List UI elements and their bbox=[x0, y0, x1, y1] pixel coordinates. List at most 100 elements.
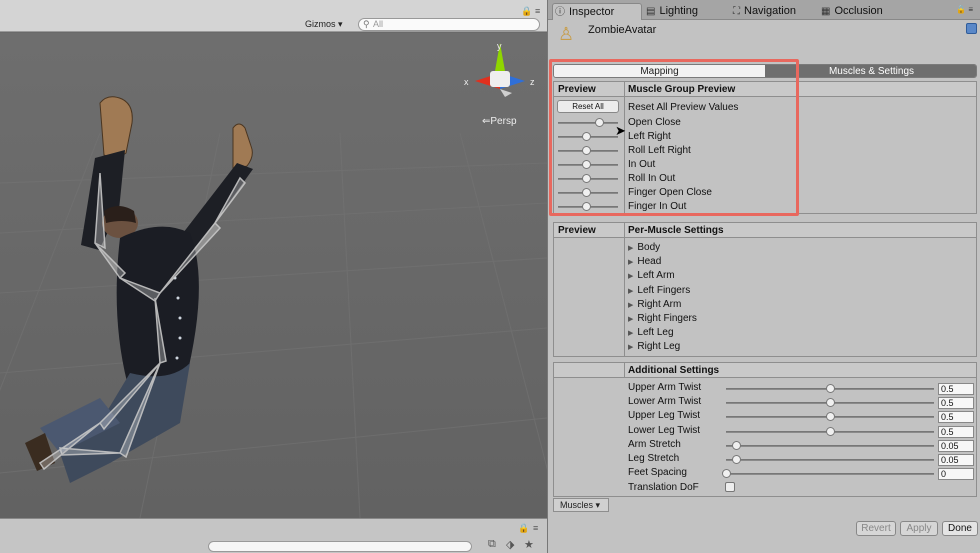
mapping-muscles-toggle: Mapping Muscles & Settings bbox=[553, 64, 977, 78]
setting-value-field[interactable]: 0.5 bbox=[938, 411, 974, 424]
scene-toolbar: 🔒 ≡ Gizmos ▾ ⚲ All bbox=[0, 0, 547, 32]
lock-icon-bottom[interactable]: 🔒 bbox=[518, 523, 529, 534]
expand-arrow-icon[interactable]: ▶ bbox=[628, 273, 633, 280]
per-muscle-item[interactable]: ▶ Right Arm bbox=[628, 299, 681, 310]
expand-arrow-icon[interactable]: ▶ bbox=[628, 302, 633, 309]
lighting-icon: ▤ bbox=[646, 6, 656, 17]
setting-slider-thumb[interactable] bbox=[732, 440, 742, 450]
tab-occlusion[interactable]: ▦ Occlusion bbox=[819, 3, 899, 20]
setting-slider-thumb[interactable] bbox=[826, 398, 835, 408]
slider-thumb[interactable] bbox=[581, 132, 591, 141]
tab-mapping[interactable]: Mapping bbox=[554, 65, 765, 77]
additional-setting-row: Leg Stretch 0.05 bbox=[554, 453, 974, 467]
per-muscle-label: Left Fingers bbox=[637, 284, 691, 296]
panel-menu-icon[interactable]: ≡ bbox=[535, 6, 540, 16]
setting-value-field[interactable]: 0.5 bbox=[938, 383, 974, 395]
expand-arrow-icon[interactable]: ▶ bbox=[628, 245, 633, 252]
revert-button[interactable]: Revert bbox=[856, 521, 896, 536]
setting-slider-thumb[interactable] bbox=[722, 469, 731, 479]
tab-label: Occlusion bbox=[834, 5, 883, 17]
muscle-group-preview-section: Preview Muscle Group Preview Reset All R… bbox=[553, 81, 977, 214]
per-muscle-label: Body bbox=[637, 242, 661, 253]
project-search-input[interactable] bbox=[208, 541, 472, 552]
muscle-slider-label: Left Right bbox=[628, 131, 671, 142]
lock-icon[interactable]: 🔒 bbox=[521, 6, 532, 17]
setting-slider-track[interactable] bbox=[726, 459, 934, 461]
per-muscle-label: Head bbox=[637, 256, 662, 268]
muscle-slider-label: Finger In Out bbox=[628, 201, 687, 212]
apply-button[interactable]: Apply bbox=[900, 521, 938, 536]
setting-slider-track[interactable] bbox=[726, 473, 934, 476]
per-muscle-label: Left Leg bbox=[637, 327, 674, 339]
slider-thumb[interactable] bbox=[581, 160, 591, 169]
help-book-icon[interactable] bbox=[966, 23, 977, 34]
expand-arrow-icon[interactable]: ▶ bbox=[628, 330, 633, 337]
expand-arrow-icon[interactable]: ▶ bbox=[628, 288, 633, 295]
preview-column-header: Preview bbox=[558, 225, 596, 236]
additional-settings-header: Additional Settings bbox=[554, 363, 976, 378]
setting-slider-thumb[interactable] bbox=[826, 384, 835, 393]
translation-dof-label: Translation DoF bbox=[628, 482, 699, 493]
perspective-label[interactable]: ⇐Persp bbox=[482, 116, 517, 127]
occlusion-icon: ▦ bbox=[821, 6, 831, 17]
muscle-group-header: Preview Muscle Group Preview bbox=[554, 82, 976, 97]
scene-view[interactable]: 🔒 ≡ Gizmos ▾ ⚲ All y x z ⇐Persp 🔒 ≡ ⧉ ⬗ … bbox=[0, 0, 547, 553]
slider-thumb[interactable] bbox=[581, 146, 591, 155]
tab-lighting[interactable]: ▤ Lighting bbox=[644, 3, 724, 20]
expand-arrow-icon[interactable]: ▶ bbox=[628, 344, 633, 351]
expand-arrow-icon[interactable]: ▶ bbox=[628, 259, 633, 266]
slider-thumb[interactable] bbox=[581, 174, 591, 183]
muscle-slider-label: Roll Left Right bbox=[628, 145, 691, 156]
filter-by-label-icon[interactable]: ⬗ bbox=[506, 538, 514, 551]
per-muscle-item[interactable]: ▶ Left Fingers bbox=[628, 285, 690, 296]
tab-inspector[interactable]: ⓘ Inspector bbox=[552, 3, 642, 20]
tab-navigation[interactable]: ⛶ Navigation bbox=[731, 3, 821, 20]
muscle-slider-label: Finger Open Close bbox=[628, 187, 712, 198]
setting-value-field[interactable]: 0.5 bbox=[938, 397, 974, 410]
setting-slider-thumb[interactable] bbox=[732, 455, 742, 464]
per-muscle-label: Right Fingers bbox=[637, 313, 697, 324]
setting-slider-thumb[interactable] bbox=[826, 412, 835, 422]
additional-setting-row: Lower Arm Twist 0.5 bbox=[554, 396, 974, 410]
setting-value-field[interactable]: 0.5 bbox=[938, 425, 974, 438]
setting-value-field[interactable]: 0.05 bbox=[938, 454, 974, 466]
slider-thumb[interactable] bbox=[581, 202, 591, 211]
per-muscle-item[interactable]: ▶ Head bbox=[628, 256, 661, 267]
tab-muscles-settings[interactable]: Muscles & Settings bbox=[765, 65, 976, 77]
done-button[interactable]: Done bbox=[942, 521, 978, 536]
slider-track[interactable] bbox=[558, 122, 618, 124]
setting-label: Lower Leg Twist bbox=[628, 424, 701, 436]
filter-by-type-icon[interactable]: ⧉ bbox=[488, 538, 496, 551]
setting-label: Upper Leg Twist bbox=[628, 410, 701, 422]
muscles-dropdown[interactable]: Muscles ▾ bbox=[560, 500, 600, 511]
inspector-panel: ⓘ Inspector ▤ Lighting ⛶ Navigation ▦ Occlus… bbox=[547, 0, 980, 553]
scene-search-input[interactable]: ⚲ All bbox=[358, 18, 540, 31]
per-muscle-item[interactable]: ▶ Left Leg bbox=[628, 327, 674, 338]
expand-arrow-icon[interactable]: ▶ bbox=[628, 316, 633, 323]
tab-label: Inspector bbox=[569, 6, 615, 18]
gizmos-dropdown[interactable]: Gizmos ▾ bbox=[305, 19, 343, 30]
additional-settings-section: Additional Settings Upper Arm Twist 0.5 Lo… bbox=[553, 362, 977, 497]
setting-label: Lower Arm Twist bbox=[628, 396, 702, 408]
setting-slider-track[interactable] bbox=[726, 444, 934, 447]
slider-thumb[interactable] bbox=[581, 188, 591, 197]
scene-canvas[interactable]: y x z bbox=[0, 33, 547, 518]
translation-dof-checkbox[interactable] bbox=[725, 482, 735, 492]
reset-all-label: Reset All Preview Values bbox=[628, 102, 739, 113]
panel-menu-icon-bottom[interactable]: ≡ bbox=[533, 523, 538, 533]
panel-menu-icon-inspector[interactable]: 🔒 ≡ bbox=[956, 5, 973, 14]
per-muscle-item[interactable]: ▶ Body bbox=[628, 242, 660, 253]
favorites-star-icon[interactable]: ★ bbox=[524, 538, 534, 551]
per-muscle-item[interactable]: ▶ Left Arm bbox=[628, 270, 675, 281]
muscle-slider-row: In Out bbox=[554, 158, 974, 172]
reset-all-button[interactable]: Reset All bbox=[557, 100, 619, 113]
setting-value-field[interactable]: 0.05 bbox=[938, 439, 974, 452]
slider-thumb[interactable] bbox=[595, 118, 605, 127]
per-muscle-item[interactable]: ▶ Right Leg bbox=[628, 341, 680, 352]
per-muscle-settings-section: Preview Per-Muscle Settings ▶ Body ▶ Head ▶ L… bbox=[553, 222, 977, 357]
per-muscle-item[interactable]: ▶ Right Fingers bbox=[628, 313, 697, 324]
object-name: ZombieAvatar bbox=[588, 24, 657, 36]
setting-value-field[interactable]: 0 bbox=[938, 468, 974, 481]
setting-slider-thumb[interactable] bbox=[826, 426, 835, 436]
muscle-slider-row: Roll Left Right bbox=[554, 144, 974, 158]
